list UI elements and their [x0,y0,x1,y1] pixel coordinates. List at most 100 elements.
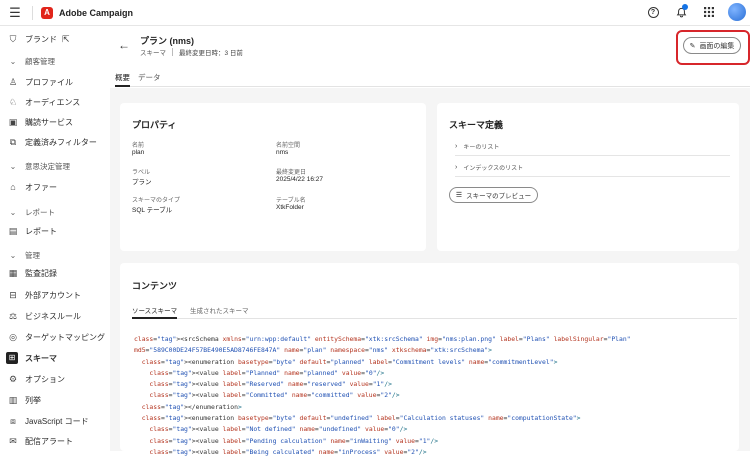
key-list-row[interactable]: › キーのリスト [455,138,730,156]
sidebar-item-label: 定義済みフィルター [25,137,97,147]
sidebar-item-label: オファー [25,182,57,192]
grid-icon [704,7,714,17]
name-value: plan [132,149,145,156]
back-arrow-icon[interactable]: ← [118,38,130,52]
content-subtab-bar: ソーススキーマ 生成されたスキーマ [132,304,737,319]
section-label: 管理 [25,250,40,260]
notification-dot [682,4,688,10]
divider [172,48,173,56]
sidebar-item-external-accounts[interactable]: ⊟ 外部アカウント [0,286,110,304]
label-value: プラン [132,179,152,186]
sidebar-item-label: オーディエンス [25,97,81,107]
tab-bar: 概要 データ [115,70,750,87]
chevron-down-icon: ⌄ [9,207,17,217]
index-list-label: インデックスのリスト [463,166,524,172]
sidebar-item-offers[interactable]: ⌂ オファー [0,178,110,196]
business-rule-icon: ⚖ [8,310,18,321]
code-line: class="tag"><enumeration basetype="byte"… [141,414,581,423]
tab-generated-schema[interactable]: 生成されたスキーマ [190,305,249,319]
last-modified-label: 最終変更日時：3 日前 [179,50,243,57]
sidebar-item-label: レポート [25,226,57,236]
sidebar-item-label: JavaScript コード [25,416,89,426]
avatar[interactable] [728,3,746,21]
code-line: class="tag"><value label="Being calculat… [149,447,427,456]
schema-type-field-label: スキーマのタイプ [132,198,181,204]
pencil-icon: ✎ [689,42,696,50]
sidebar-item-target-mappings[interactable]: ◎ ターゲットマッピング [0,328,110,346]
sidebar-item-label: ビジネスルール [25,311,81,321]
sidebar-item-profiles[interactable]: ♙ プロファイル [0,73,110,91]
namespace-label: 名前空間 [276,143,301,149]
audience-icon: ♘ [8,96,18,107]
app-title: Adobe Campaign [59,7,134,18]
filter-icon: ⧉ [9,136,17,147]
sidebar-section-customer[interactable]: ⌄ 顧客管理 [0,53,110,69]
audit-icon: ▦ [8,267,18,278]
sidebar-item-label: 配信アラート [25,436,73,446]
sidebar-item-label: ブランド [25,34,57,44]
alert-icon: ✉ [9,435,17,446]
index-list-row[interactable]: › インデックスのリスト [455,159,730,177]
key-list-label: キーのリスト [463,145,500,151]
schema-type-label: スキーマ [140,50,166,57]
sidebar-item-subscriptions[interactable]: ▣ 購読サービス [0,113,110,131]
content-title: コンテンツ [132,281,178,291]
code-line: class="tag"></enumeration> [141,402,242,411]
profile-icon: ♙ [8,76,18,87]
section-label: レポート [25,207,55,217]
notification-bell-icon[interactable] [672,3,690,21]
tab-source-schema[interactable]: ソーススキーマ [132,305,178,319]
sidebar-item-label: ターゲットマッピング [25,332,105,342]
name-label: 名前 [132,143,145,149]
enumeration-icon: ▥ [8,394,18,405]
tab-overview[interactable]: 概要 [115,72,130,87]
sidebar-item-enumerations[interactable]: ▥ 列挙 [0,391,110,409]
sidebar-item-schemas[interactable]: ⊞ スキーマ [0,349,110,367]
namespace-value: nms [276,149,289,156]
page-subtitle: スキーマ 最終変更日時：3 日前 [140,47,243,57]
label-label: ラベル [132,170,151,176]
table-name-value: XtkFolder [276,204,304,211]
code-line: class="tag"><value label="Committed" nam… [149,391,400,400]
edit-screen-button[interactable]: ✎ 画面の編集 [683,37,741,54]
schema-definition-title: スキーマ定義 [449,120,504,130]
sidebar-item-label: 外部アカウント [25,290,81,300]
code-line: md5="589C00DE24F57BE490E5AD8746FE847A" n… [134,346,492,355]
sidebar-item-business-rules[interactable]: ⚖ ビジネスルール [0,307,110,325]
sidebar-item-audit[interactable]: ▦ 監査記録 [0,264,110,282]
subscription-icon: ▣ [8,116,18,127]
adobe-logo-icon: A [41,6,53,19]
sidebar-section-reports[interactable]: ⌄ レポート [0,204,110,220]
top-right-controls: ? [644,3,746,21]
offer-icon: ⌂ [10,182,16,192]
table-name-label: テーブル名 [276,198,306,204]
chevron-right-icon: › [455,143,458,150]
sidebar-item-label: オプション [25,374,65,384]
section-label: 顧客管理 [25,56,55,66]
chevron-down-icon: ⌄ [9,250,17,260]
schema-type-value: SQL テーブル [132,207,173,214]
sidebar-item-filters[interactable]: ⧉ 定義済みフィルター [0,133,110,151]
sidebar-section-decisioning[interactable]: ⌄ 意思決定管理 [0,158,110,174]
sidebar-item-label: 監査記録 [25,268,57,278]
sidebar-item-brand[interactable]: ⛉ ブランド ⇱ [0,30,110,48]
sidebar-item-label: 列挙 [25,395,41,405]
options-icon: ⚙ [8,373,18,384]
help-icon[interactable]: ? [644,3,662,21]
edit-button-label: 画面の編集 [699,42,735,50]
sidebar-item-delivery-alerts[interactable]: ✉ 配信アラート [0,432,110,450]
tab-data[interactable]: データ [138,72,161,87]
sidebar-section-admin[interactable]: ⌄ 管理 [0,247,110,263]
schema-preview-button[interactable]: ☰ スキーマのプレビュー [449,187,538,203]
sidebar-item-javascript[interactable]: ⧈ JavaScript コード [0,412,110,430]
divider [32,5,33,20]
code-line: class="tag"><value label="Reserved" name… [149,380,392,389]
javascript-icon: ⧈ [10,415,16,426]
sidebar-item-audiences[interactable]: ♘ オーディエンス [0,93,110,111]
external-account-icon: ⊟ [9,289,17,300]
sidebar-item-options[interactable]: ⚙ オプション [0,370,110,388]
menu-icon[interactable]: ☰ [4,2,26,24]
apps-grid-icon[interactable] [700,3,718,21]
sidebar-item-reports[interactable]: ▤ レポート [0,222,110,240]
preview-icon: ☰ [455,192,463,199]
